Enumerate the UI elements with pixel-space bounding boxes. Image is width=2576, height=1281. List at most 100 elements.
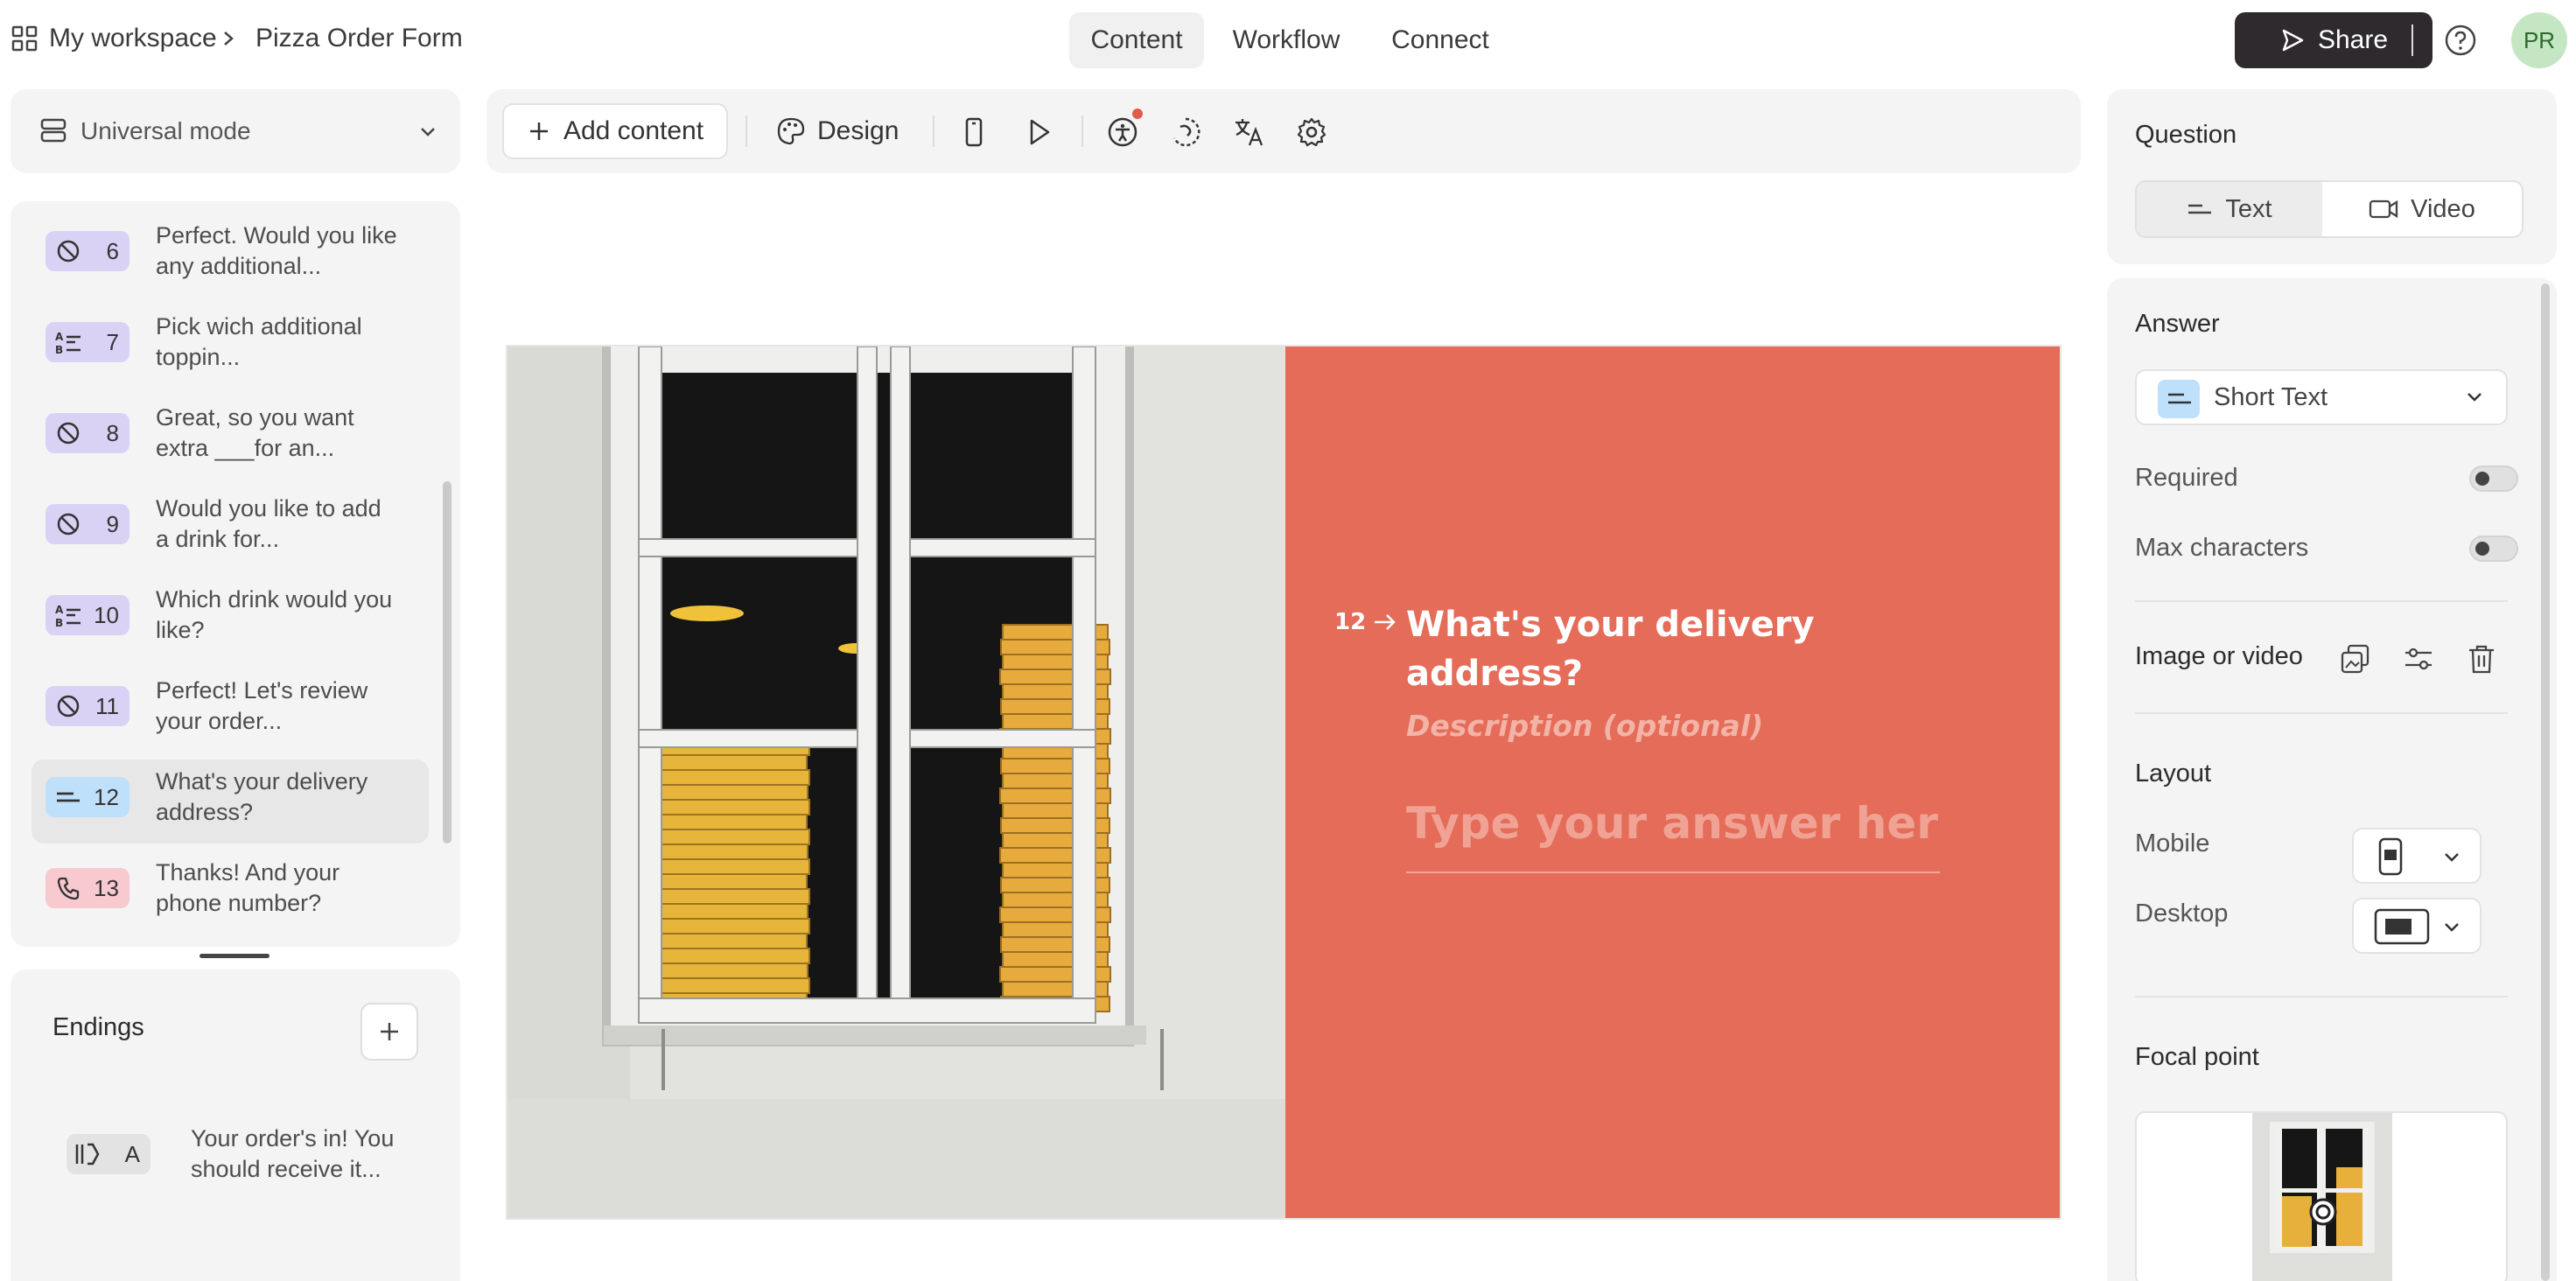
question-title[interactable]: What's your delivery address? [1406,600,1966,698]
question-background-image [508,346,1285,1218]
breadcrumb-workspace[interactable]: My workspace [49,21,217,56]
question-number: 11 [95,693,119,719]
required-toggle[interactable] [2469,466,2518,492]
replace-image-icon[interactable] [2338,641,2373,676]
editor-toolbar: Add content Design [486,89,2081,173]
question-list-scrollbar[interactable] [443,481,452,844]
ending-badge: A [66,1134,150,1174]
endings-title: Endings [52,1013,144,1041]
divider [2412,24,2413,56]
apps-grid-icon[interactable] [10,24,38,52]
question-text: Perfect! Let's review your order... [156,677,368,734]
statement-icon [57,695,80,718]
accessibility-icon[interactable] [1106,116,1139,149]
form-preview-canvas[interactable]: 12 What's your delivery address? Descrip… [506,345,2062,1220]
question-badge: 12 [46,777,130,817]
statement-icon [57,513,80,536]
video-question-tab[interactable]: Video [2322,182,2522,236]
share-button[interactable]: Share [2235,12,2432,68]
short-text-icon [57,792,80,802]
question-badge: 13 [46,868,130,908]
chevron-down-icon [2445,923,2459,932]
translate-icon[interactable] [1232,116,1265,149]
add-content-label: Add content [563,116,704,145]
short-text-icon [2158,380,2200,418]
add-ending-button[interactable] [360,1003,418,1060]
layout-section-label: Layout [2135,760,2212,788]
palette-icon [777,117,805,145]
text-tab-label: Text [2225,194,2272,223]
svg-text:A: A [55,604,64,616]
ending-item-a[interactable]: A Your order's in! You should receive it… [46,1110,430,1188]
short-text-icon [2188,204,2212,214]
answer-type-dropdown[interactable]: Short Text [2135,369,2508,425]
multiple-choice-icon: AB [55,604,80,628]
answer-section-label: Answer [2135,310,2220,338]
divider [746,116,747,147]
question-badge: AB 7 [46,322,130,362]
svg-text:B: B [55,344,63,355]
design-label: Design [817,116,900,145]
desktop-layout-icon [2374,908,2430,945]
answer-type-value: Short Text [2214,383,2328,411]
focal-point-handle-icon[interactable] [2308,1197,2338,1227]
help-icon[interactable] [2443,23,2478,58]
mobile-layout-dropdown[interactable] [2352,828,2482,884]
design-button[interactable]: Design [775,103,899,159]
add-content-button[interactable]: Add content [502,103,728,159]
question-list: 6 Perfect. Would you like any additional… [10,201,460,947]
question-number: 10 [94,602,119,628]
logic-icon[interactable] [1169,116,1202,149]
arrow-right-icon [1375,614,1396,630]
question-text: Perfect. Would you like any additional..… [156,222,397,279]
chevron-right-icon [224,32,234,46]
question-number: 12 [1334,609,1367,635]
divider [1082,116,1083,147]
text-question-tab[interactable]: Text [2137,182,2322,236]
question-number: 13 [94,875,119,901]
send-icon [2282,29,2304,52]
svg-text:A: A [55,331,64,343]
avatar[interactable]: PR [2511,12,2567,68]
focal-point-picker[interactable] [2135,1111,2508,1281]
settings-gear-icon[interactable] [1295,116,1328,149]
question-number: 7 [106,329,119,355]
settings-panel-scrollbar[interactable] [2541,284,2550,1281]
chevron-down-icon [2468,393,2482,402]
ending-letter: A [124,1141,140,1167]
window-with-pizza-boxes-image [508,346,1285,1218]
question-text: Pick wich additional toppin... [156,313,362,370]
video-camera-icon [2370,200,2398,219]
tab-workflow[interactable]: Workflow [1214,12,1358,68]
question-description[interactable]: Description (optional) [1406,709,1763,743]
question-badge: 11 [46,686,130,726]
max-characters-toggle[interactable] [2469,536,2518,562]
play-icon[interactable] [1022,116,1055,149]
tab-connect[interactable]: Connect [1368,12,1512,68]
question-text: Which drink would you like? [156,586,393,643]
phone-icon [57,877,80,900]
answer-settings-panel: Answer Short Text Required Max character… [2107,278,2557,1281]
breadcrumb-form-name[interactable]: Pizza Order Form [256,21,463,56]
share-label: Share [2317,25,2389,54]
divider [2135,996,2508,998]
mode-selector[interactable]: Universal mode [10,89,460,173]
mobile-layout-icon [2378,837,2403,876]
ending-text: Your order's in! You should receive it..… [191,1125,395,1182]
plus-icon [381,1023,398,1040]
question-badge: 8 [46,413,130,453]
statement-icon [57,422,80,444]
mode-label: Universal mode [80,117,251,144]
ending-icon [75,1143,100,1166]
chevron-down-icon [2445,853,2459,862]
image-adjust-sliders-icon[interactable] [2401,641,2436,676]
question-text: Would you like to add a drink for... [156,495,382,552]
panel-resize-handle[interactable] [200,954,270,958]
mobile-preview-icon[interactable] [957,116,990,149]
answer-placeholder[interactable]: Type your answer here... [1406,798,1940,849]
question-number: 8 [106,420,119,446]
trash-icon[interactable] [2464,641,2499,676]
notification-dot [1132,108,1143,119]
desktop-layout-dropdown[interactable] [2352,898,2482,954]
tab-content[interactable]: Content [1069,12,1204,68]
